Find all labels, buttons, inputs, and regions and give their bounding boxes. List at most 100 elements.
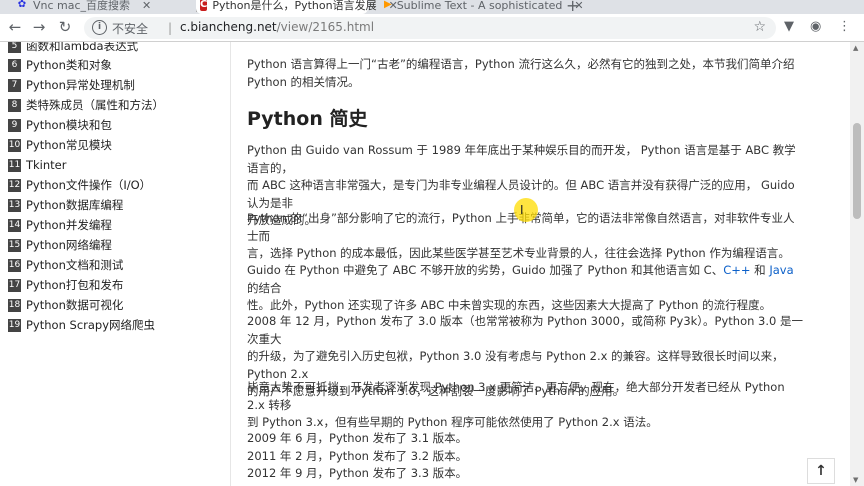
- browser-toolbar: ← → ↻ i 不安全 | c.biancheng.net/view/2165.…: [0, 14, 864, 42]
- sidebar-item[interactable]: 18 Python数据可视化: [8, 295, 123, 315]
- sidebar-item[interactable]: 7 Python异常处理机制: [8, 75, 135, 95]
- sidebar-item-number: 19: [8, 318, 21, 332]
- text-line: 2009 年 6 月，Python 发布了 3.1 版本。: [247, 431, 468, 445]
- sidebar-item[interactable]: 11 Tkinter: [8, 155, 66, 175]
- text-line: 到 Python 3.x，但有些早期的 Python 程序可能依然使用了 Pyt…: [247, 415, 658, 429]
- article-content: Python 语言算得上一门“古老”的编程语言，Python 流行这么久，必然有…: [230, 42, 850, 486]
- tab-sublime[interactable]: ▶ Sublime Text - A sophisticated ✕: [384, 0, 584, 14]
- scrollbar-thumb[interactable]: [853, 123, 861, 219]
- text-cursor-icon: I: [520, 203, 524, 217]
- sidebar-item-number: 10: [8, 138, 21, 152]
- page-scrollbar[interactable]: ▲ ▼: [850, 42, 864, 486]
- sidebar-item-number: 16: [8, 258, 21, 272]
- tab-baidu[interactable]: ✿ Vnc mac_百度搜索 ✕: [16, 0, 196, 14]
- sidebar-item-label: Python打包和发布: [26, 278, 124, 292]
- address-url[interactable]: c.biancheng.net/view/2165.html: [180, 20, 374, 34]
- text-span: Guido 在 Python 中避免了 ABC 不够开放的劣势，Guido 加强…: [247, 263, 724, 277]
- tab-label: Sublime Text - A sophisticated: [396, 0, 563, 12]
- text-line: 2012 年 9 月，Python 发布了 3.3 版本。: [247, 466, 468, 480]
- sidebar-item[interactable]: 8 类特殊成员（属性和方法）: [8, 95, 164, 115]
- sidebar-item[interactable]: 9 Python模块和包: [8, 115, 112, 135]
- text-line: 言，选择 Python 的成本最低，因此某些医学甚至艺术专业背景的人，往往会选择…: [247, 246, 790, 260]
- sidebar-item-label: Python文件操作（I/O）: [26, 178, 152, 192]
- sidebar-item-label: 类特殊成员（属性和方法）: [26, 98, 164, 112]
- text-line: Python 语言算得上一门“古老”的编程语言，Python 流行这么久，必然有…: [247, 57, 795, 71]
- text-line: 性。此外，Python 还实现了许多 ABC 中未曾实现的东西，这些因素大大提高…: [247, 298, 772, 312]
- tab-python-article[interactable]: C Python是什么，Python语言发展 ✕: [196, 0, 398, 14]
- text-line: Guido 在 Python 中避免了 ABC 不够开放的劣势，Guido 加强…: [247, 262, 803, 297]
- info-icon[interactable]: i: [92, 20, 107, 35]
- forward-arrow-icon[interactable]: →: [30, 18, 48, 36]
- address-divider: |: [168, 21, 173, 35]
- sidebar-item[interactable]: 15 Python网络编程: [8, 235, 112, 255]
- sidebar-item-number: 15: [8, 238, 21, 252]
- close-icon[interactable]: ✕: [142, 0, 151, 12]
- tab-strip: ✿ Vnc mac_百度搜索 ✕ C Python是什么，Python语言发展 …: [0, 0, 864, 14]
- java-link[interactable]: Java: [769, 263, 793, 277]
- sidebar-item-label: Python数据库编程: [26, 198, 124, 212]
- sidebar-item-number: 12: [8, 178, 21, 192]
- sidebar-item-label: Python模块和包: [26, 118, 112, 132]
- sidebar-item-label: Python数据可视化: [26, 298, 124, 312]
- cursor-highlight: [514, 198, 538, 222]
- paw-icon: ✿: [17, 0, 27, 10]
- sidebar-item-number: 17: [8, 278, 21, 292]
- sidebar-item-number: 14: [8, 218, 21, 232]
- sidebar-item[interactable]: 16 Python文档和测试: [8, 255, 123, 275]
- text-line: 2008 年 12 月，Python 发布了 3.0 版本（也常常被称为 Pyt…: [247, 314, 804, 346]
- insecure-label: 不安全: [112, 22, 149, 36]
- sidebar-item-number: 7: [8, 78, 21, 92]
- sidebar-item-label: Python Scrapy网络爬虫: [26, 318, 156, 332]
- url-path: /view/2165.html: [276, 20, 375, 34]
- bookmark-star-icon[interactable]: ☆: [753, 19, 766, 35]
- menu-dots-icon[interactable]: ⋮: [838, 19, 851, 34]
- history-paragraph-5: 毕竟大势不可抵挡，开发者逐渐发现 Python 3.x 更简洁、更方便。现在，绝…: [247, 379, 803, 432]
- sidebar-item-number: 18: [8, 298, 21, 312]
- scroll-up-arrow-icon[interactable]: ▲: [853, 44, 858, 52]
- sidebar-item-number: 11: [8, 158, 21, 172]
- sidebar-item-label: Python网络编程: [26, 238, 112, 252]
- section-heading: Python 简史: [247, 108, 368, 130]
- text-line: 毕竟大势不可抵挡，开发者逐渐发现 Python 3.x 更简洁、更方便。现在，绝…: [247, 380, 785, 412]
- sidebar-item[interactable]: 12 Python文件操作（I/O）: [8, 175, 151, 195]
- sidebar-item-label: Python类和对象: [26, 58, 112, 72]
- sidebar-item-label: Python常见模块: [26, 138, 112, 152]
- sidebar-item[interactable]: 19 Python Scrapy网络爬虫: [8, 315, 155, 335]
- address-bar[interactable]: i 不安全 | c.biancheng.net/view/2165.html ☆: [84, 17, 776, 39]
- sidebar-item[interactable]: 5 函数和lambda表达式: [8, 42, 138, 56]
- sidebar-item[interactable]: 13 Python数据库编程: [8, 195, 123, 215]
- sidebar-item[interactable]: 17 Python打包和发布: [8, 275, 123, 295]
- sidebar-item-number: 5: [8, 42, 21, 53]
- article-body: Python 语言算得上一门“古老”的编程语言，Python 流行这么久，必然有…: [230, 42, 850, 486]
- text-line: 2011 年 2 月，Python 发布了 3.2 版本。: [247, 448, 468, 463]
- text-line: Python 的相关情况。: [247, 74, 360, 89]
- text-line: 的升级，为了避免引入历史包袱，Python 3.0 没有考虑与 Python 2…: [247, 349, 784, 381]
- sidebar-item[interactable]: 6 Python类和对象: [8, 55, 112, 75]
- sidebar-item-label: 函数和lambda表达式: [26, 42, 139, 53]
- sidebar-item-label: Python异常处理机制: [26, 78, 135, 92]
- text-span: 和: [750, 263, 770, 277]
- sidebar-item[interactable]: 14 Python并发编程: [8, 215, 112, 235]
- sidebar-item-label: Python文档和测试: [26, 258, 124, 272]
- extension-puzzle-icon[interactable]: ◉: [810, 19, 821, 34]
- release-list: 2009 年 6 月，Python 发布了 3.1 版本。 2011 年 2 月…: [247, 430, 803, 483]
- sidebar-item-number: 9: [8, 118, 21, 132]
- sidebar-item-number: 8: [8, 98, 21, 112]
- sidebar-item-label: Tkinter: [26, 158, 67, 172]
- reload-icon[interactable]: ↻: [56, 18, 74, 36]
- sidebar-item-label: Python并发编程: [26, 218, 112, 232]
- tab-label: Vnc mac_百度搜索: [33, 0, 131, 12]
- text-line: Python 由 Guido van Rossum 于 1989 年年底出于某种…: [247, 143, 796, 175]
- scroll-down-arrow-icon[interactable]: ▼: [853, 476, 858, 484]
- back-arrow-icon[interactable]: ←: [6, 18, 24, 36]
- extension-funnel-icon[interactable]: ▼: [784, 19, 794, 34]
- tutorial-sidebar: 5 函数和lambda表达式 6 Python类和对象 7 Python异常处理机制 …: [0, 42, 222, 486]
- tab-label: Python是什么，Python语言发展: [212, 0, 377, 12]
- sidebar-item-number: 13: [8, 198, 21, 212]
- text-span: 的结合: [247, 280, 282, 295]
- sidebar-item[interactable]: 10 Python常见模块: [8, 135, 112, 155]
- cpp-link[interactable]: C++: [723, 263, 750, 277]
- back-to-top-button[interactable]: ↑: [807, 458, 835, 484]
- new-tab-button[interactable]: +: [566, 0, 582, 14]
- intro-paragraph: Python 语言算得上一门“古老”的编程语言，Python 流行这么久，必然有…: [247, 56, 803, 91]
